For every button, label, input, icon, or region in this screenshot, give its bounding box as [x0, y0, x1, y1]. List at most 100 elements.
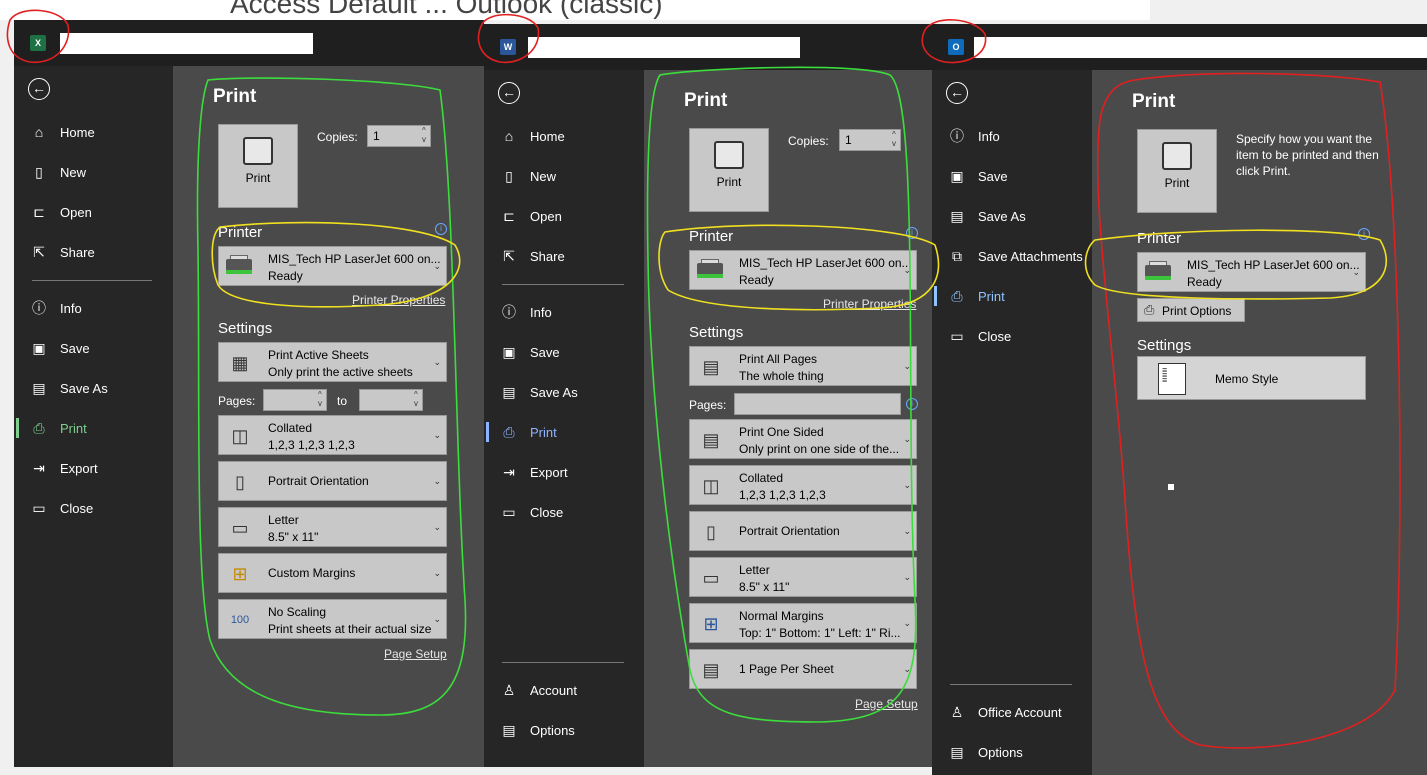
person-icon: ♙ — [950, 704, 964, 720]
printer-dropdown[interactable]: MIS_Tech HP LaserJet 600 on... Ready ⌄ — [689, 250, 917, 290]
print-what-dropdown[interactable]: ▦ Print Active Sheets Only print the act… — [218, 342, 447, 382]
printer-name: MIS_Tech HP LaserJet 600 on... — [268, 252, 441, 266]
page-setup-link[interactable]: Page Setup — [384, 647, 447, 661]
nav-save[interactable]: ▣ Save — [14, 328, 173, 368]
nav-close[interactable]: ▭ Close — [932, 316, 1092, 356]
nav-print[interactable]: ⎙ Print — [932, 276, 1092, 316]
nav-home[interactable]: ⌂ Home — [14, 112, 173, 152]
memo-style-option[interactable]: ≡ ≡ ≡ Memo Style — [1137, 356, 1366, 400]
print-options-icon: ⎙ — [1144, 302, 1155, 317]
nav-save[interactable]: ▣ Save — [484, 332, 644, 372]
nav-options[interactable]: ▤ Options — [932, 732, 1092, 772]
copies-input[interactable]: 1 ^ v — [367, 125, 431, 147]
nav-account[interactable]: ♙ Account — [484, 670, 644, 710]
nav-label: Export — [60, 460, 98, 476]
nav-save[interactable]: ▣ Save — [932, 156, 1092, 196]
nav-save-as[interactable]: ▤ Save As — [932, 196, 1092, 236]
margins-dropdown[interactable]: ⊞ Normal Margins Top: 1" Bottom: 1" Left… — [689, 603, 917, 643]
nav-separator — [502, 284, 624, 285]
collation-dropdown[interactable]: ◫ Collated 1,2,3 1,2,3 1,2,3 ⌄ — [218, 415, 447, 455]
paper-size-dropdown[interactable]: ▭ Letter 8.5" x 11" ⌄ — [218, 507, 447, 547]
nav-home[interactable]: ⌂ Home — [484, 116, 644, 156]
pages-per-sheet-dropdown[interactable]: ▤ 1 Page Per Sheet ⌄ — [689, 649, 917, 689]
attachment-icon: ⧉ — [952, 248, 962, 264]
pages-from-input[interactable]: ^ v — [263, 389, 327, 411]
nav-save-attachments[interactable]: ⧉ Save Attachments — [932, 236, 1092, 276]
nav-print[interactable]: ⎙ Print — [14, 408, 173, 448]
nav-save-as[interactable]: ▤ Save As — [484, 372, 644, 412]
spinner-arrows-icon[interactable]: ^ v — [318, 390, 322, 408]
print-button[interactable]: Print — [689, 128, 769, 212]
sheets-grid-icon: ▦ — [231, 353, 249, 373]
nav-label: New — [60, 164, 87, 180]
settings-heading: Settings — [689, 324, 744, 341]
nav-info[interactable]: ⓘ Info — [14, 288, 173, 328]
nav-close[interactable]: ▭ Close — [484, 492, 644, 532]
margins-dropdown[interactable]: ⊞ Custom Margins ⌄ — [218, 553, 447, 593]
nav-print[interactable]: ⎙ Print — [484, 412, 644, 452]
new-document-icon: ▯ — [35, 164, 43, 180]
info-icon[interactable]: i — [906, 398, 918, 410]
print-title: Print — [213, 86, 257, 107]
nav-open[interactable]: ⊏ Open — [484, 196, 644, 236]
printer-dropdown[interactable]: MIS_Tech HP LaserJet 600 on... Ready ⌄ — [1137, 252, 1366, 292]
nav-label: Open — [530, 208, 562, 224]
printer-properties-link[interactable]: Printer Properties — [352, 293, 445, 307]
pages-input[interactable] — [734, 393, 901, 415]
sides-dropdown[interactable]: ▤ Print One Sided Only print on one side… — [689, 419, 917, 459]
memo-style-label: Memo Style — [1215, 372, 1279, 386]
print-what-dropdown[interactable]: ▤ Print All Pages The whole thing ⌄ — [689, 346, 917, 386]
spinner-arrows-icon[interactable]: ^ v — [892, 130, 896, 148]
nav-export[interactable]: ⇥ Export — [484, 452, 644, 492]
portrait-page-icon: ▯ — [235, 472, 245, 492]
back-arrow-icon[interactable]: ← — [28, 78, 50, 100]
nav-label: Print — [60, 420, 87, 436]
scaling-dropdown[interactable]: 100 No Scaling Print sheets at their act… — [218, 599, 447, 639]
nav-label: New — [530, 168, 557, 184]
nav-share[interactable]: ⇱ Share — [14, 232, 173, 272]
nav-new[interactable]: ▯ New — [484, 156, 644, 196]
paper-desc: 8.5" x 11" — [739, 580, 790, 594]
collated-pages-icon: ◫ — [702, 476, 720, 496]
info-icon: ⓘ — [32, 300, 46, 316]
printer-status: Ready — [1187, 275, 1222, 289]
paper-icon: ▭ — [702, 568, 720, 588]
nav-label: Save As — [530, 384, 578, 400]
paper-label: Letter — [268, 513, 299, 527]
print-button[interactable]: Print — [218, 124, 298, 208]
person-icon: ♙ — [502, 682, 516, 698]
chevron-down-icon: ⌄ — [903, 361, 911, 371]
spinner-arrows-icon[interactable]: ^ v — [414, 390, 418, 408]
nav-office-account[interactable]: ♙ Office Account — [932, 692, 1092, 732]
nav-open[interactable]: ⊏ Open — [14, 192, 173, 232]
copies-input[interactable]: 1 ^ v — [839, 129, 901, 151]
orientation-dropdown[interactable]: ▯ Portrait Orientation ⌄ — [218, 461, 447, 501]
nav-save-as[interactable]: ▤ Save As — [14, 368, 173, 408]
page-setup-link[interactable]: Page Setup — [855, 697, 918, 711]
nav-options[interactable]: ▤ Options — [484, 710, 644, 750]
back-arrow-icon[interactable]: ← — [946, 82, 968, 104]
nav-info[interactable]: ⓘ Info — [484, 292, 644, 332]
back-arrow-icon[interactable]: ← — [498, 82, 520, 104]
printer-dropdown[interactable]: MIS_Tech HP LaserJet 600 on... Ready ⌄ — [218, 246, 447, 286]
excel-titlebar: X — [14, 20, 484, 66]
printer-properties-link[interactable]: Printer Properties — [823, 297, 916, 311]
info-icon[interactable]: i — [1358, 228, 1370, 240]
spinner-arrows-icon[interactable]: ^ v — [422, 126, 426, 144]
nav-info[interactable]: ⓘ Info — [932, 116, 1092, 156]
pages-to-input[interactable]: ^ v — [359, 389, 423, 411]
nav-export[interactable]: ⇥ Export — [14, 448, 173, 488]
nav-new[interactable]: ▯ New — [14, 152, 173, 192]
orientation-dropdown[interactable]: ▯ Portrait Orientation ⌄ — [689, 511, 917, 551]
paper-size-dropdown[interactable]: ▭ Letter 8.5" x 11" ⌄ — [689, 557, 917, 597]
nav-close[interactable]: ▭ Close — [14, 488, 173, 528]
nav-share[interactable]: ⇱ Share — [484, 236, 644, 276]
collation-dropdown[interactable]: ◫ Collated 1,2,3 1,2,3 1,2,3 ⌄ — [689, 465, 917, 505]
nav-label: Home — [530, 128, 565, 144]
info-icon[interactable]: i — [906, 227, 918, 239]
nav-label: Save — [60, 340, 90, 356]
print-button[interactable]: Print — [1137, 129, 1217, 213]
print-options-button[interactable]: ⎙ Print Options — [1137, 298, 1245, 322]
info-icon[interactable]: i — [435, 223, 447, 235]
orientation-label: Portrait Orientation — [268, 474, 369, 488]
